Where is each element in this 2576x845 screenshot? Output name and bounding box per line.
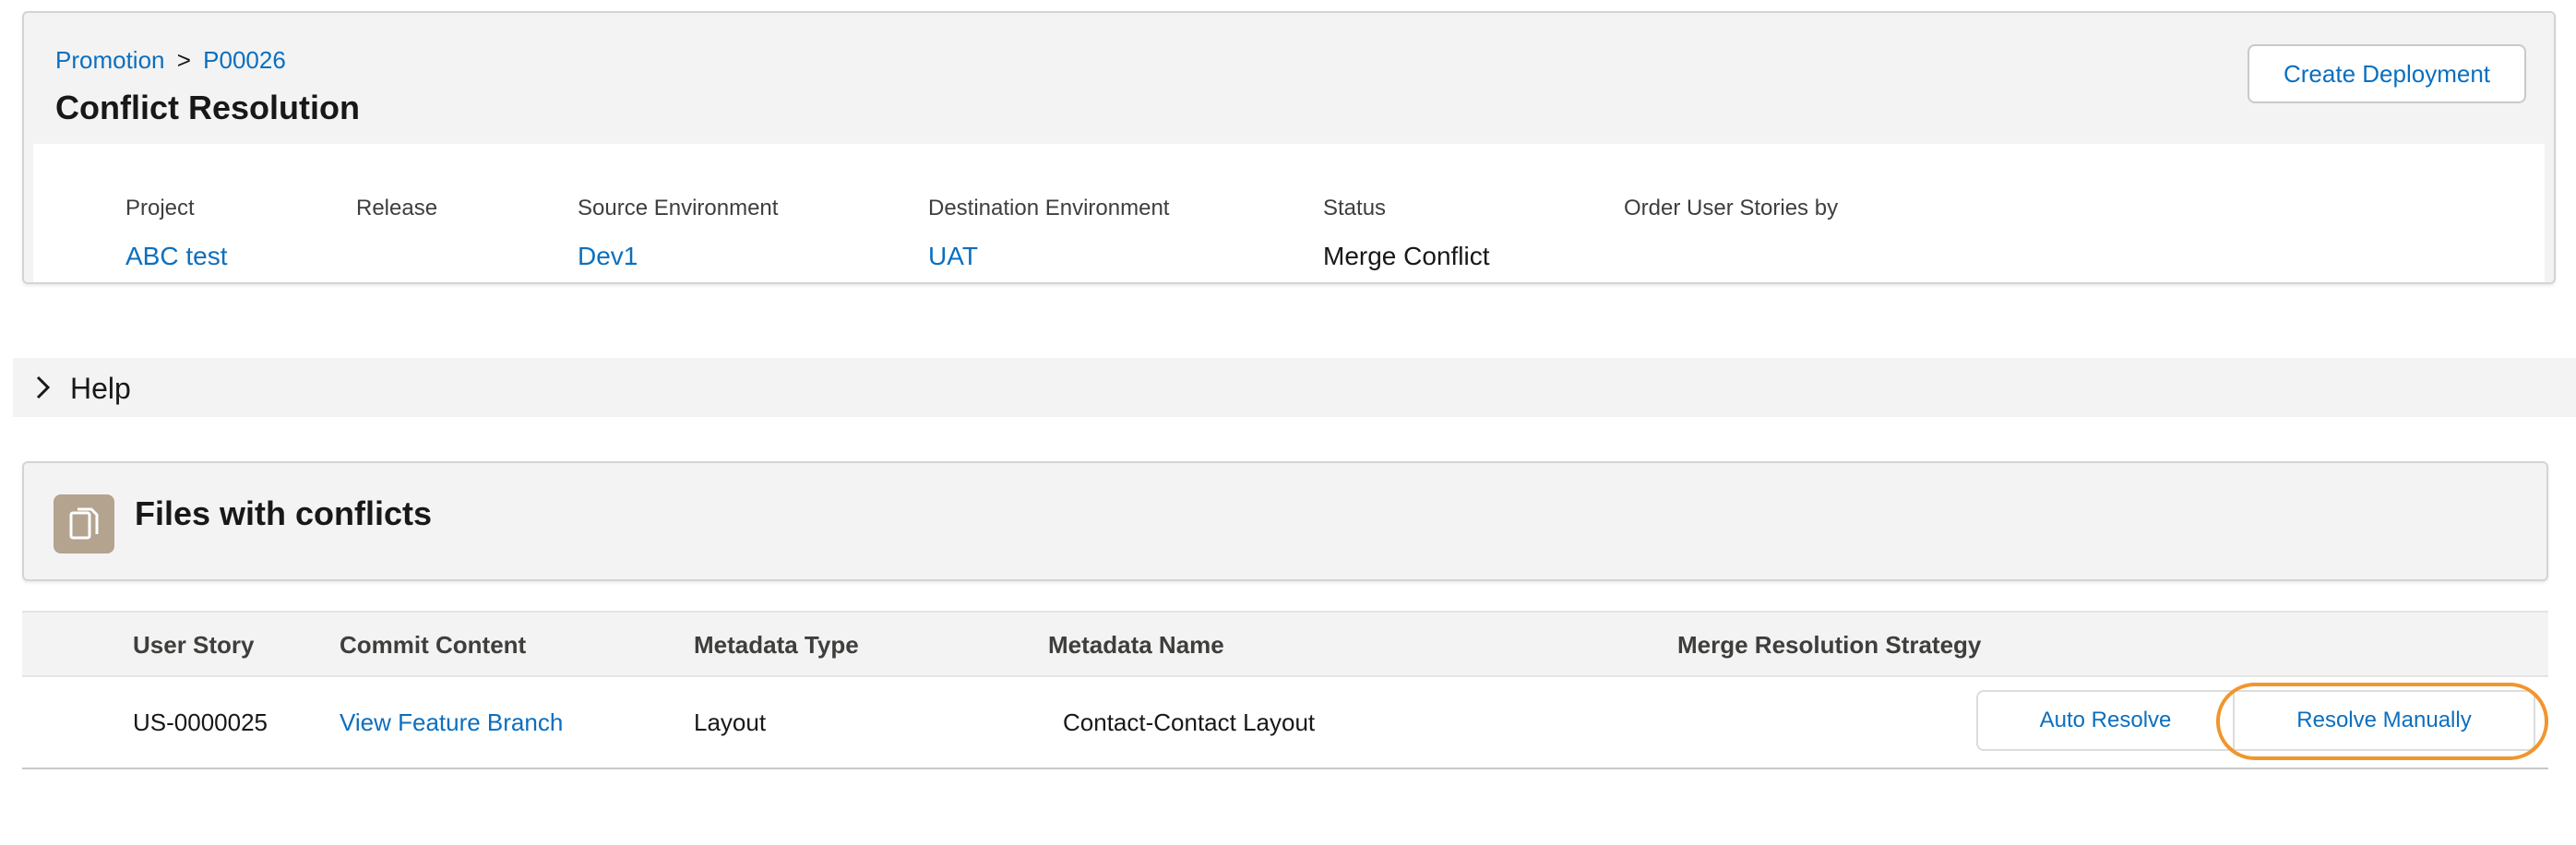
- column-header-commit-content: Commit Content: [340, 631, 527, 659]
- view-feature-branch-link[interactable]: View Feature Branch: [340, 708, 563, 737]
- metadata-name-cell: Contact-Contact Layout: [1063, 708, 1316, 736]
- column-header-merge-resolution-strategy: Merge Resolution Strategy: [1677, 631, 1982, 659]
- create-deployment-button[interactable]: Create Deployment: [2248, 44, 2526, 103]
- document-icon: [54, 494, 114, 553]
- field-source-environment: Source Environment Dev1: [578, 196, 778, 271]
- destination-environment-link[interactable]: UAT: [928, 242, 1169, 271]
- page-title: Conflict Resolution: [55, 89, 360, 126]
- field-destination-environment: Destination Environment UAT: [928, 196, 1169, 271]
- field-label: Project: [125, 196, 195, 220]
- resolution-button-group: Auto Resolve Resolve Manually: [1976, 690, 2535, 751]
- conflicts-table-header: User Story Commit Content Metadata Type …: [22, 611, 2548, 677]
- details-panel: Project ABC test Release Source Environm…: [33, 144, 2545, 282]
- field-label: Source Environment: [578, 196, 779, 220]
- field-label: Status: [1323, 196, 1387, 220]
- field-label: Release: [356, 196, 438, 220]
- breadcrumb: Promotion > P00026: [55, 46, 286, 75]
- resolve-manually-button[interactable]: Resolve Manually: [2235, 690, 2535, 751]
- breadcrumb-record-link[interactable]: P00026: [203, 46, 286, 74]
- user-story-cell: US-0000025: [133, 708, 268, 736]
- field-label: Destination Environment: [928, 196, 1170, 220]
- field-project: Project ABC test: [125, 196, 227, 271]
- column-header-metadata-type: Metadata Type: [694, 631, 859, 659]
- column-header-metadata-name: Metadata Name: [1048, 631, 1224, 659]
- metadata-type-cell: Layout: [694, 708, 767, 736]
- auto-resolve-button[interactable]: Auto Resolve: [1976, 690, 2235, 751]
- column-header-user-story: User Story: [133, 631, 255, 659]
- files-with-conflicts-card: Files with conflicts: [22, 461, 2548, 581]
- field-label: Order User Stories by: [1624, 196, 1839, 220]
- files-card-title: Files with conflicts: [135, 494, 433, 532]
- field-release: Release: [356, 196, 437, 242]
- project-link[interactable]: ABC test: [125, 242, 227, 271]
- breadcrumb-separator: >: [176, 46, 191, 74]
- status-value: Merge Conflict: [1323, 242, 1490, 270]
- source-environment-link[interactable]: Dev1: [578, 242, 778, 271]
- field-status: Status Merge Conflict: [1323, 196, 1490, 271]
- breadcrumb-promotion-link[interactable]: Promotion: [55, 46, 165, 74]
- chevron-right-icon: [36, 375, 51, 399]
- help-label: Help: [70, 372, 131, 405]
- help-section-toggle[interactable]: Help: [13, 358, 2576, 417]
- field-order-user-stories: Order User Stories by: [1624, 196, 1838, 242]
- promotion-header-card: Promotion > P00026 Conflict Resolution C…: [22, 11, 2556, 284]
- table-row: US-0000025 View Feature Branch Layout Co…: [22, 677, 2548, 769]
